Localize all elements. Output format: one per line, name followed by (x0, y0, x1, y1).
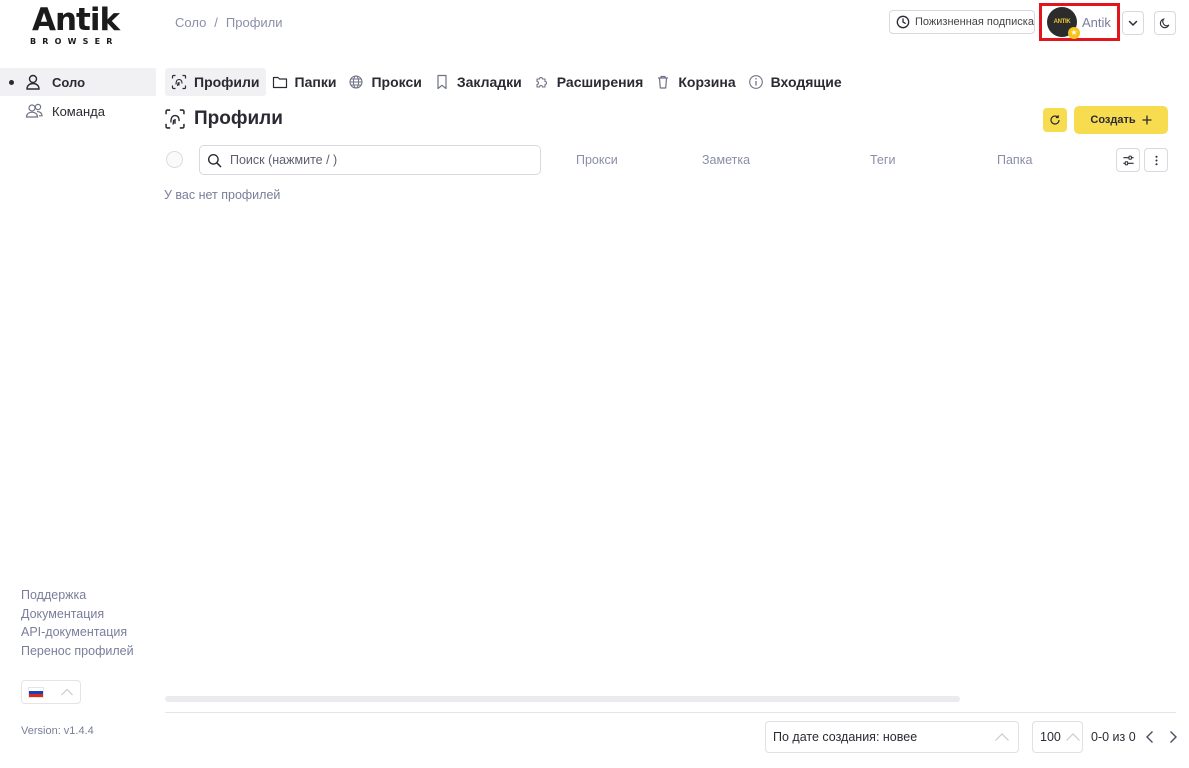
main-tabs: Профили Папки Прокси Закладки Расширения… (165, 68, 848, 96)
chevron-up-icon (1065, 733, 1080, 741)
pagination-range: 0-0 из 0 (1091, 730, 1136, 744)
documentation-link[interactable]: Документация (21, 605, 134, 624)
tab-proxy[interactable]: Прокси (342, 68, 427, 96)
api-documentation-link[interactable]: API-документация (21, 623, 134, 642)
tab-folders[interactable]: Папки (266, 68, 343, 96)
tab-label: Папки (294, 74, 337, 90)
russia-flag-icon (28, 686, 44, 698)
fingerprint-icon (171, 74, 187, 90)
sort-select[interactable]: По дате создания: новее (765, 721, 1019, 753)
version-label: Version: v1.4.4 (21, 725, 94, 737)
theme-toggle-button[interactable] (1154, 11, 1176, 35)
tab-label: Входящие (770, 74, 842, 90)
sidebar-item-label: Соло (52, 74, 86, 90)
more-vertical-icon (1154, 155, 1158, 165)
support-link[interactable]: Поддержка (21, 586, 134, 605)
column-settings-button[interactable] (1116, 148, 1140, 172)
prev-page-button[interactable] (1142, 728, 1158, 746)
user-name: Antik (1082, 14, 1111, 30)
info-icon (748, 75, 763, 89)
tab-label: Закладки (456, 74, 522, 90)
profile-transfer-link[interactable]: Перенос профилей (21, 642, 134, 661)
tab-inbox[interactable]: Входящие (742, 68, 848, 96)
active-dot (9, 79, 14, 85)
tab-label: Расширения (556, 74, 644, 90)
sidebar-item-team[interactable]: Команда (0, 97, 156, 125)
avatar-text: ANTIK (1053, 19, 1071, 25)
empty-state-text: У вас нет профилей (164, 188, 281, 202)
next-page-button[interactable] (1165, 728, 1181, 746)
column-header-note[interactable]: Заметка (702, 153, 750, 167)
chevron-down-icon (1128, 20, 1138, 27)
tab-profiles[interactable]: Профили (165, 68, 266, 96)
chevron-up-icon (61, 688, 73, 696)
column-header-folder[interactable]: Папка (997, 153, 1032, 167)
language-selector[interactable] (21, 680, 81, 704)
plus-icon (1142, 115, 1152, 125)
users-icon (25, 103, 43, 118)
subscription-label: Пожизненная подписка (915, 16, 1034, 28)
sidebar-item-label: Команда (52, 103, 105, 119)
sidebar-links: Поддержка Документация API-документация … (21, 586, 134, 661)
subscription-button[interactable]: Пожизненная подписка (889, 10, 1035, 34)
column-header-proxy[interactable]: Прокси (576, 153, 618, 167)
folder-icon (272, 76, 287, 89)
column-header-tags[interactable]: Теги (870, 153, 895, 167)
breadcrumb-item-profiles: Профили (225, 15, 283, 30)
tab-bookmarks[interactable]: Закладки (428, 68, 528, 96)
user-icon (26, 74, 40, 90)
tab-trash[interactable]: Корзина (649, 68, 741, 96)
logo[interactable]: Antik BROWSER (30, 4, 126, 46)
search-field[interactable] (199, 145, 541, 175)
chevron-up-icon (995, 733, 1009, 741)
page-title: Профили (164, 108, 283, 130)
create-button-label: Создать (1090, 114, 1136, 126)
clock-icon (896, 15, 910, 29)
tab-label: Прокси (371, 74, 422, 90)
breadcrumb: Соло / Профили (175, 15, 283, 30)
puzzle-icon (536, 77, 547, 88)
breadcrumb-separator: / (214, 15, 218, 30)
globe-icon (349, 75, 364, 89)
search-input[interactable] (230, 153, 520, 167)
chevron-left-icon (1146, 731, 1153, 743)
trash-icon (658, 75, 669, 89)
fingerprint-icon (165, 109, 185, 129)
star-badge-icon: ★ (1068, 27, 1080, 39)
tab-label: Корзина (678, 74, 736, 90)
breadcrumb-item-solo[interactable]: Соло (175, 15, 206, 30)
sliders-icon (1122, 155, 1134, 165)
page-title-text: Профили (194, 108, 283, 129)
refresh-icon (1050, 115, 1060, 125)
sidebar-item-solo[interactable]: Соло (0, 68, 156, 96)
logo-subtitle: BROWSER (30, 37, 119, 46)
refresh-button[interactable] (1043, 108, 1067, 132)
sort-select-value: По дате создания: новее (773, 730, 918, 744)
avatar: ANTIK ★ (1047, 7, 1080, 39)
logo-wordmark: Antik (32, 2, 120, 38)
user-dropdown-button[interactable] (1122, 11, 1144, 35)
horizontal-scrollbar[interactable] (165, 696, 960, 702)
divider (165, 712, 1176, 713)
tab-label: Профили (194, 74, 260, 90)
bookmark-icon (437, 74, 447, 90)
chevron-right-icon (1170, 731, 1177, 743)
create-button[interactable]: Создать (1074, 106, 1168, 134)
select-all-checkbox[interactable] (166, 151, 183, 168)
moon-icon (1159, 18, 1170, 29)
more-options-button[interactable] (1144, 148, 1168, 172)
search-icon (207, 153, 222, 167)
user-menu[interactable]: ANTIK ★ Antik (1039, 3, 1120, 41)
tab-extensions[interactable]: Расширения (528, 68, 650, 96)
per-page-value: 100 (1040, 730, 1061, 744)
per-page-select[interactable]: 100 (1032, 721, 1083, 753)
